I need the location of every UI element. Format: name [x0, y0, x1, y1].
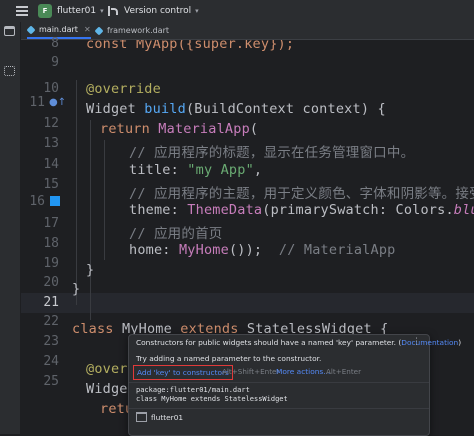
line-number: 15 — [43, 177, 59, 192]
code-line-10: @override — [86, 81, 161, 97]
inspection-popup: Constructors for public widgets should h… — [128, 334, 461, 436]
line-number: 18 — [43, 236, 59, 251]
code-text: } — [72, 281, 81, 297]
line-number: 13 — [43, 136, 59, 151]
line-number: 24 — [43, 354, 59, 369]
comment-text: // 应用程序的标题，显示在任务管理窗口中。 — [129, 145, 415, 161]
line-number: 11 — [29, 95, 45, 110]
project-selector[interactable]: F flutter01 ▾ — [38, 3, 104, 19]
code-text: (BuildContext context) { — [185, 101, 386, 117]
add-key-action-button[interactable]: Add 'key' to constructors — [133, 365, 233, 380]
tab-framework-dart[interactable]: framework.dart — [94, 22, 170, 39]
line-number: 16 — [29, 194, 45, 209]
code-line-16: theme: ThemeData(primarySwatch: Colors.b… — [129, 202, 474, 218]
code-text: title: — [129, 162, 188, 178]
override-marker-icon[interactable]: ●↑ — [49, 97, 66, 110]
keyword-text: class — [72, 321, 114, 337]
more-actions-link[interactable]: More actions... — [276, 367, 330, 376]
keyword-text: return — [100, 121, 150, 137]
string-text: "my App" — [187, 162, 254, 178]
version-control-label: Version control — [124, 6, 192, 16]
comment-text: // 应用程序的主题，用于定义颜色、字体和阴影等。接受一个 — [129, 186, 474, 202]
main-menu-icon[interactable] — [16, 6, 28, 16]
code-line-17: // 应用的首页 — [129, 222, 222, 242]
chevron-down-icon: ▾ — [195, 7, 199, 15]
code-line-15: // 应用程序的主题，用于定义颜色、字体和阴影等。接受一个 — [129, 182, 474, 202]
function-name: build — [144, 101, 186, 117]
code-text: theme: — [129, 202, 188, 218]
action-shortcut: Alt+Shift+Enter — [222, 367, 280, 376]
tab-label: main.dart — [39, 25, 78, 34]
folder-icon — [136, 412, 147, 422]
inspection-hint: Try adding a named parameter to the cons… — [136, 354, 322, 363]
code-line-8: const MyApp({super.key}); — [86, 40, 294, 52]
class-name: ThemeData — [187, 202, 263, 218]
line-number: 8 — [51, 36, 59, 51]
comment-text: // MaterialApp — [278, 242, 396, 258]
branch-icon — [108, 6, 119, 16]
line-number: 21 — [43, 295, 59, 310]
dart-file-icon — [26, 24, 36, 35]
version-control-selector[interactable]: Version control ▾ — [108, 3, 199, 19]
line-gutter: 8 9 10 11 12 13 14 15 16 17 18 19 20 21 … — [21, 36, 66, 434]
line-number: 25 — [43, 374, 59, 389]
code-line-20: } — [72, 281, 80, 297]
code-line-13: // 应用程序的标题，显示在任务管理窗口中。 — [129, 141, 414, 161]
structure-icon[interactable] — [4, 66, 15, 76]
type-text: Widget — [86, 101, 136, 117]
code-text: ( — [249, 121, 259, 137]
code-line-18: home: MyHome()); // MaterialApp — [129, 242, 396, 258]
line-number: 17 — [43, 216, 59, 231]
more-actions-shortcut: Alt+Enter — [326, 367, 362, 376]
package-line: package:flutter01/main.dart — [136, 386, 250, 394]
declaration-info: package:flutter01/main.dart class MyHome… — [136, 386, 288, 404]
line-number: 22 — [43, 314, 59, 329]
indent-guide — [104, 140, 105, 260]
code-text: const MyApp({super.key}); — [86, 40, 295, 52]
code-text: (primarySwatch: Colors. — [262, 202, 454, 218]
indent-guide — [90, 120, 91, 320]
divider — [129, 382, 429, 383]
message-text: Constructors for public widgets should h… — [136, 338, 402, 347]
line-number: 9 — [51, 55, 59, 70]
project-name: flutter01 — [57, 6, 97, 16]
more-options-icon[interactable]: ⋮ — [412, 337, 421, 347]
title-bar: F flutter01 ▾ Version control ▾ — [0, 0, 474, 22]
tab-label: framework.dart — [107, 26, 170, 35]
module-name: flutter01 — [151, 412, 184, 422]
line-number: 14 — [43, 157, 59, 172]
project-badge: F — [38, 4, 52, 18]
line-number: 10 — [43, 81, 59, 96]
line-number: 20 — [43, 275, 59, 290]
code-line-11: Widget build(BuildContext context) { — [86, 101, 386, 117]
divider — [129, 408, 429, 409]
annotation-text: @override — [86, 81, 161, 97]
class-name: MyHome — [178, 242, 229, 258]
module-info: flutter01 — [136, 412, 183, 422]
documentation-link[interactable]: Documentation — [401, 338, 458, 347]
editor-tabs: main.dart ✕ framework.dart — [21, 22, 474, 40]
color-preview-icon[interactable] — [50, 196, 60, 206]
message-text: ) — [458, 338, 462, 347]
code-text: home: — [129, 242, 179, 258]
project-folder-icon[interactable] — [4, 26, 15, 36]
line-number: 19 — [43, 256, 59, 271]
code-text: ()); — [228, 242, 279, 258]
line-number: 23 — [43, 334, 59, 349]
code-text: , — [253, 162, 263, 178]
comment-text: // 应用的首页 — [129, 226, 223, 242]
class-line: class MyHome extends StatelessWidget — [136, 395, 288, 403]
chevron-down-icon: ▾ — [100, 7, 104, 15]
indent-guide — [76, 80, 77, 305]
code-line-19: } — [86, 262, 94, 278]
line-number: 12 — [43, 116, 59, 131]
code-line-12: return MaterialApp( — [100, 121, 258, 137]
close-icon[interactable]: ✕ — [84, 25, 91, 34]
code-line-14: title: "my App", — [129, 162, 262, 178]
class-name: MaterialApp — [158, 121, 250, 137]
dart-file-icon — [94, 25, 104, 36]
tool-window-bar: ··· — [0, 22, 158, 434]
code-text: } — [86, 262, 95, 278]
constant-text: blue — [453, 202, 474, 218]
